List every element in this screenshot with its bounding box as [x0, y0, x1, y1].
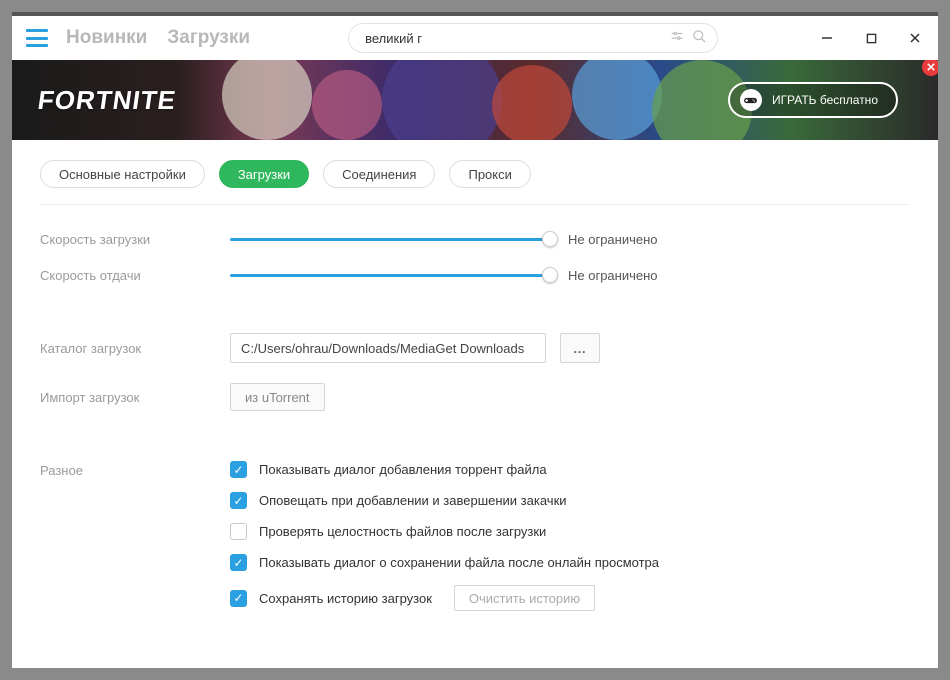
window-controls — [814, 25, 928, 51]
nav-downloads[interactable]: Загрузки — [167, 27, 250, 49]
opt-notify-complete: ✓ Оповещать при добавлении и завершении … — [230, 492, 910, 509]
tab-general[interactable]: Основные настройки — [40, 160, 205, 188]
settings-panel: Основные настройки Загрузки Соединения П… — [12, 140, 938, 611]
browse-folder-button[interactable]: … — [560, 333, 600, 363]
search-box[interactable] — [348, 23, 718, 53]
app-window: Новинки Загрузки — [12, 12, 938, 668]
download-folder-input[interactable] — [230, 333, 546, 363]
checkbox-show-add-dialog[interactable]: ✓ — [230, 461, 247, 478]
misc-options: ✓ Показывать диалог добавления торрент ф… — [230, 461, 910, 611]
top-bar: Новинки Загрузки — [12, 16, 938, 60]
opt-keep-history: ✓ Сохранять историю загрузок Очистить ис… — [230, 585, 910, 611]
search-input[interactable] — [365, 31, 670, 46]
label-upload-speed: Скорость отдачи — [40, 268, 230, 283]
settings-tabbar: Основные настройки Загрузки Соединения П… — [40, 156, 910, 205]
search-icon[interactable] — [692, 29, 707, 47]
upload-speed-value: Не ограничено — [568, 268, 658, 283]
checkbox-label: Сохранять историю загрузок — [259, 591, 432, 606]
opt-show-add-dialog: ✓ Показывать диалог добавления торрент ф… — [230, 461, 910, 478]
checkbox-label: Проверять целостность файлов после загру… — [259, 524, 546, 539]
label-import: Импорт загрузок — [40, 390, 230, 405]
checkbox-keep-history[interactable]: ✓ — [230, 590, 247, 607]
clear-history-button[interactable]: Очистить историю — [454, 585, 595, 611]
play-free-label: ИГРАТЬ бесплатно — [772, 93, 878, 107]
menu-icon[interactable] — [26, 29, 48, 47]
banner-logo: FORTNITE — [36, 85, 178, 116]
checkbox-notify-complete[interactable]: ✓ — [230, 492, 247, 509]
label-download-speed: Скорость загрузки — [40, 232, 230, 247]
opt-save-after-stream: ✓ Показывать диалог о сохранении файла п… — [230, 554, 910, 571]
checkbox-save-after-stream[interactable]: ✓ — [230, 554, 247, 571]
nav-new[interactable]: Новинки — [66, 27, 147, 49]
download-speed-value: Не ограничено — [568, 232, 658, 247]
import-utorrent-button[interactable]: из uTorrent — [230, 383, 325, 411]
minimize-button[interactable] — [814, 25, 840, 51]
play-free-button[interactable]: ИГРАТЬ бесплатно — [728, 82, 898, 118]
checkbox-label: Оповещать при добавлении и завершении за… — [259, 493, 567, 508]
label-download-folder: Каталог загрузок — [40, 341, 230, 356]
download-speed-slider[interactable] — [230, 231, 550, 247]
close-button[interactable] — [902, 25, 928, 51]
upload-speed-slider[interactable] — [230, 267, 550, 283]
tab-downloads[interactable]: Загрузки — [219, 160, 309, 188]
tab-proxy[interactable]: Прокси — [449, 160, 530, 188]
gamepad-icon — [740, 89, 762, 111]
checkbox-label: Показывать диалог добавления торрент фай… — [259, 462, 547, 477]
opt-verify-integrity: Проверять целостность файлов после загру… — [230, 523, 910, 540]
tab-connections[interactable]: Соединения — [323, 160, 435, 188]
label-misc: Разное — [40, 461, 230, 478]
checkbox-label: Показывать диалог о сохранении файла пос… — [259, 555, 659, 570]
checkbox-verify-integrity[interactable] — [230, 523, 247, 540]
maximize-button[interactable] — [858, 25, 884, 51]
banner-close-icon[interactable] — [922, 60, 938, 76]
search-filters-icon[interactable] — [670, 30, 684, 47]
promo-banner: FORTNITE ИГРАТЬ бесплатно — [12, 60, 938, 140]
